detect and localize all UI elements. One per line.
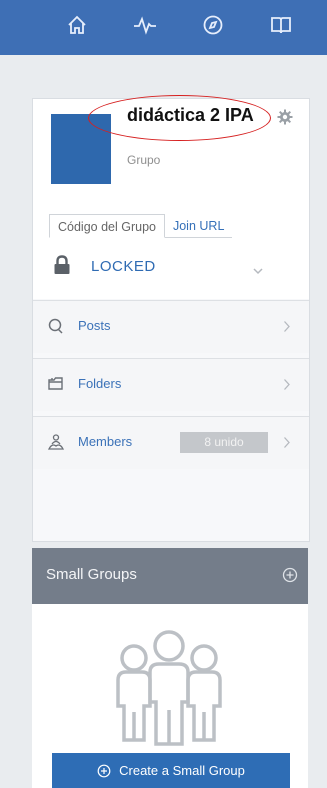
nav-item-label: Posts xyxy=(78,318,111,333)
chevron-right-icon xyxy=(283,320,291,333)
add-circle-icon[interactable] xyxy=(282,567,298,583)
group-card: didáctica 2 IPA Grupo Código del Grupo J… xyxy=(32,95,310,542)
chevron-down-icon[interactable] xyxy=(253,262,263,275)
lock-icon xyxy=(53,255,71,275)
group-type: Grupo xyxy=(127,153,161,167)
members-count-badge: 8 unido xyxy=(180,432,268,453)
lock-status-row[interactable]: LOCKED xyxy=(33,246,309,286)
activity-icon[interactable] xyxy=(130,10,160,40)
small-groups-title: Small Groups xyxy=(46,566,137,583)
group-header: didáctica 2 IPA Grupo Código del Grupo J… xyxy=(33,95,309,299)
create-small-group-button[interactable]: Create a Small Group xyxy=(52,753,290,788)
members-icon xyxy=(47,433,65,451)
nav-item-members[interactable]: Members 8 unido xyxy=(33,416,309,469)
people-group-icon xyxy=(104,628,234,748)
group-tabs: Código del Grupo Join URL xyxy=(49,214,233,238)
folder-icon xyxy=(47,375,65,393)
chevron-right-icon xyxy=(283,436,291,449)
compass-icon[interactable] xyxy=(198,10,228,40)
chevron-right-icon xyxy=(283,378,291,391)
annotation-circle xyxy=(88,95,271,141)
nav-item-label: Members xyxy=(78,434,133,449)
small-groups-header: Small Groups xyxy=(32,548,308,604)
tab-join-url[interactable]: Join URL xyxy=(164,214,233,238)
gear-icon[interactable] xyxy=(277,109,293,125)
create-small-group-label: Create a Small Group xyxy=(119,763,245,778)
book-icon[interactable] xyxy=(266,10,296,40)
search-icon xyxy=(47,317,65,335)
nav-item-posts[interactable]: Posts xyxy=(33,300,309,353)
top-nav-bar xyxy=(0,0,327,55)
nav-item-folders[interactable]: Folders xyxy=(33,358,309,411)
small-groups-card: Small Groups xyxy=(32,548,308,788)
add-circle-icon xyxy=(97,764,111,778)
tab-group-code[interactable]: Código del Grupo xyxy=(49,214,165,238)
home-icon[interactable] xyxy=(62,10,92,40)
nav-item-label: Folders xyxy=(78,376,122,391)
lock-status-label: LOCKED xyxy=(91,258,156,275)
